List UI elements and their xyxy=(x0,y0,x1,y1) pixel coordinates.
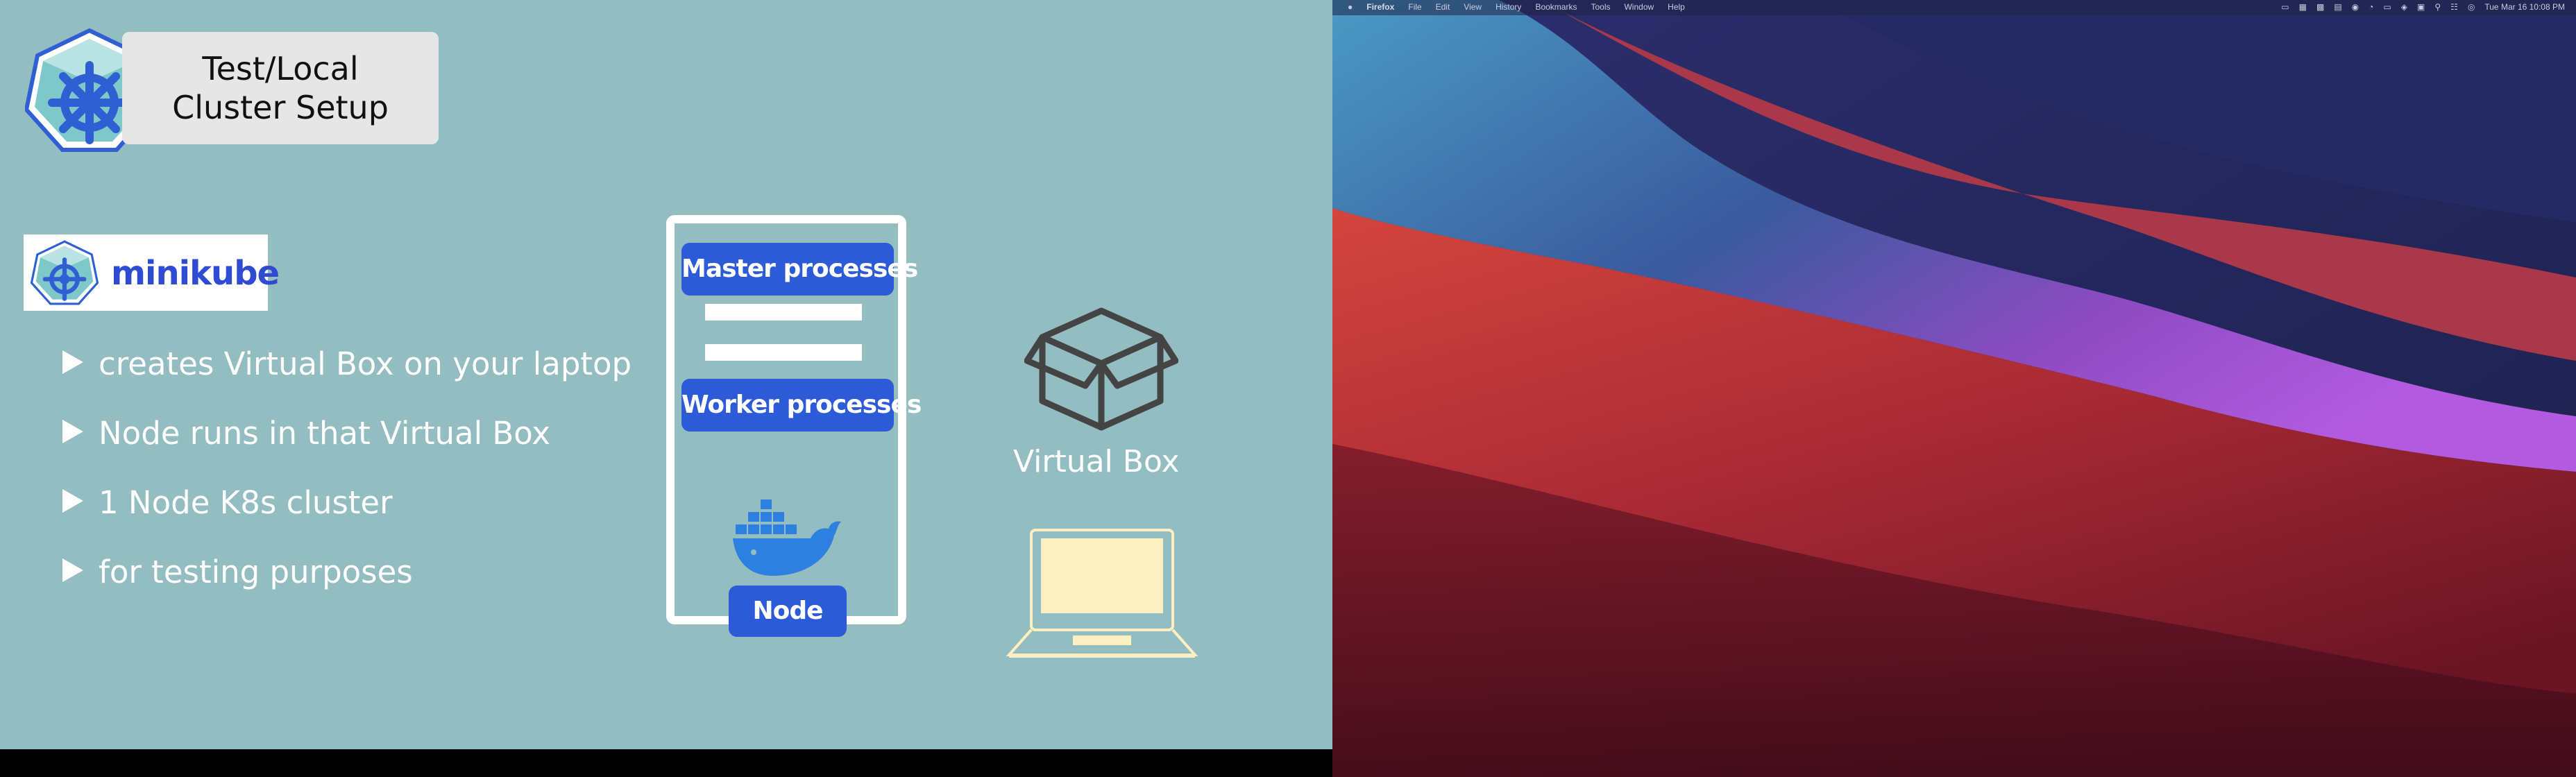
layout-icon[interactable]: ▤ xyxy=(2334,2,2341,12)
macos-desktop: ● Firefox File Edit View History Bookmar… xyxy=(1332,0,2576,777)
triangle-bullet-icon xyxy=(62,350,83,374)
laptop-icon xyxy=(1006,529,1198,658)
docker-whale-icon xyxy=(733,500,841,576)
node-label: Node xyxy=(729,586,847,637)
slide-title-line-1: Test/Local xyxy=(202,50,359,87)
macos-menu-bar: ● Firefox File Edit View History Bookmar… xyxy=(1332,0,2576,15)
menu-tools[interactable]: Tools xyxy=(1591,2,1610,12)
menu-history[interactable]: History xyxy=(1495,2,1521,12)
control-center-icon[interactable]: ☷ xyxy=(2450,2,2458,12)
bullet-text: for testing purposes xyxy=(99,554,413,590)
worker-processes-label: Worker processes xyxy=(681,379,922,432)
open-box-icon xyxy=(1024,307,1178,431)
menu-edit[interactable]: Edit xyxy=(1436,2,1450,12)
keyboard-icon[interactable]: ▩ xyxy=(2316,2,2324,12)
triangle-bullet-icon xyxy=(62,420,83,443)
presentation-slide: Test/Local Cluster Setup minikube create… xyxy=(0,0,1332,749)
search-icon[interactable]: ⚲ xyxy=(2434,2,2441,12)
menu-window[interactable]: Window xyxy=(1624,2,1654,12)
menu-view[interactable]: View xyxy=(1464,2,1482,12)
slide-title-card: Test/Local Cluster Setup xyxy=(122,32,439,144)
server-slot xyxy=(705,304,862,321)
minikube-badge-icon xyxy=(31,240,99,305)
bullet-text: creates Virtual Box on your laptop xyxy=(99,345,632,382)
timer-icon[interactable]: ◔ xyxy=(2369,2,2373,12)
wifi-icon[interactable]: ◈ xyxy=(2401,2,2407,12)
bullet-item: Node runs in that Virtual Box xyxy=(62,415,550,452)
menu-bar-clock[interactable]: Tue Mar 16 10:08 PM xyxy=(2484,2,2565,12)
battery-icon[interactable]: ▭ xyxy=(2383,2,2391,12)
menu-app-name[interactable]: Firefox xyxy=(1366,2,1394,12)
menu-file[interactable]: File xyxy=(1408,2,1421,12)
master-processes-label: Master processes xyxy=(681,243,918,296)
apple-icon[interactable]: ● xyxy=(1348,2,1353,12)
minikube-logo: minikube xyxy=(24,234,280,311)
minikube-wordmark: minikube xyxy=(111,254,280,293)
triangle-bullet-icon xyxy=(62,489,83,513)
bullet-text: 1 Node K8s cluster xyxy=(99,484,393,521)
bullet-item: creates Virtual Box on your laptop xyxy=(62,345,632,382)
desktop-wallpaper xyxy=(1332,0,2576,777)
triangle-bullet-icon xyxy=(62,558,83,582)
server-slot xyxy=(705,344,862,361)
menu-help[interactable]: Help xyxy=(1668,2,1685,12)
bullet-text: Node runs in that Virtual Box xyxy=(99,415,551,452)
slide-title-line-2: Cluster Setup xyxy=(172,89,389,126)
bullet-item: 1 Node K8s cluster xyxy=(62,484,393,521)
bullet-item: for testing purposes xyxy=(62,554,413,590)
display-icon[interactable]: ▭ xyxy=(2281,2,2289,12)
input-source-icon[interactable]: ▣ xyxy=(2417,2,2425,12)
siri-icon[interactable]: ◎ xyxy=(2468,2,2475,12)
virtual-box-label: Virtual Box xyxy=(1013,444,1180,479)
slide-bottom-bar xyxy=(0,749,1332,777)
grid-icon[interactable]: ▦ xyxy=(2299,2,2307,12)
menu-bookmarks[interactable]: Bookmarks xyxy=(1535,2,1577,12)
record-icon[interactable]: ◉ xyxy=(2352,2,2359,12)
